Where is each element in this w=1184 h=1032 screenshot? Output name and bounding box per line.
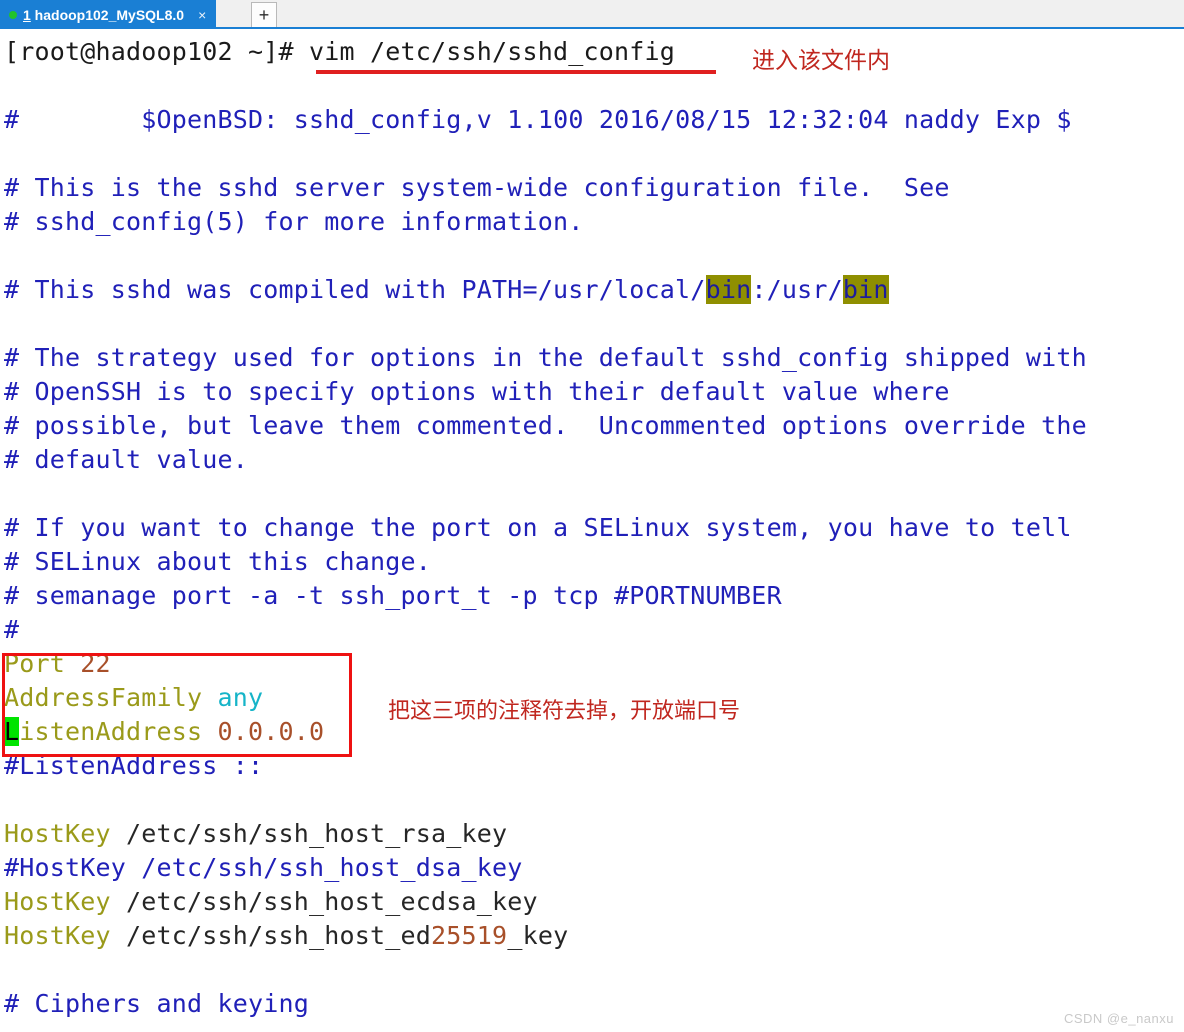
hostkey-path-ed-prefix: /etc/ssh/ssh_host_ed [126, 921, 432, 950]
strategy-line-4: # default value. [4, 443, 1184, 477]
openbsd-version-text: $OpenBSD: sshd_config,v 1.100 2016/08/15… [141, 105, 1072, 134]
comment-hash: # [4, 105, 20, 134]
config-desc-line-1: # This is the sshd server system-wide co… [4, 171, 1184, 205]
hostkey-keyword-rsa: HostKey [4, 819, 127, 848]
hostkey-path-ed-suffix: _key [507, 921, 569, 950]
new-tab-button[interactable]: + [251, 2, 277, 27]
annotation-enter-file: 进入该文件内 [752, 48, 890, 74]
tab-index: 1 [23, 6, 31, 23]
selinux-line-2: # SELinux about this change. [4, 545, 1184, 579]
hostkey-path-ecdsa: /etc/ssh/ssh_host_ecdsa_key [126, 887, 538, 916]
listenaddress-commented-text: #ListenAddress :: [4, 751, 264, 780]
vim-cursor-block: L [4, 717, 20, 746]
shell-prompt: [root@hadoop102 ~]# [4, 37, 310, 66]
hostkey-path-rsa: /etc/ssh/ssh_host_rsa_key [126, 819, 508, 848]
hostkey-ecdsa-line: HostKey /etc/ssh/ssh_host_ecdsa_key [4, 885, 1184, 919]
terminal-tab[interactable]: 1 hadoop102_MySQL8.0 × [0, 0, 217, 29]
hostkey-keyword-ed25519: HostKey [4, 921, 127, 950]
selinux-text-1: # If you want to change the port on a SE… [4, 513, 1072, 542]
hostkey-dsa-commented-text: #HostKey /etc/ssh/ssh_host_dsa_key [4, 853, 523, 882]
openbsd-header-line: # $OpenBSD: sshd_config,v 1.100 2016/08/… [4, 103, 1184, 137]
command-underline-annotation [316, 70, 716, 74]
config-desc-text-2: # sshd_config(5) for more information. [4, 207, 584, 236]
search-highlight-bin-2: bin [842, 275, 889, 304]
addressfamily-keyword: AddressFamily [4, 683, 218, 712]
strategy-text-4: # default value. [4, 445, 249, 474]
tab-status-dot [9, 10, 17, 19]
strategy-text-3: # possible, but leave them commented. Un… [4, 411, 1087, 440]
hostkey-dsa-line: #HostKey /etc/ssh/ssh_host_dsa_key [4, 851, 1184, 885]
hostkey-keyword-ecdsa: HostKey [4, 887, 127, 916]
hostkey-ed25519-line: HostKey /etc/ssh/ssh_host_ed25519_key [4, 919, 1184, 953]
hostkey-path-ed-number: 25519 [431, 921, 508, 950]
vim-command: vim /etc/ssh/sshd_config [309, 37, 676, 66]
search-highlight-bin-1: bin [705, 275, 752, 304]
prompt-line: [root@hadoop102 ~]# vim /etc/ssh/sshd_co… [4, 35, 1184, 69]
strategy-text-1: # The strategy used for options in the d… [4, 343, 1087, 372]
compiled-path-middle: :/usr/ [751, 275, 843, 304]
tab-bar: 1 hadoop102_MySQL8.0 × + [0, 0, 1184, 29]
strategy-line-2: # OpenSSH is to specify options with the… [4, 375, 1184, 409]
close-icon[interactable]: × [198, 8, 206, 22]
watermark: CSDN @e_nanxu [1063, 1011, 1174, 1026]
config-desc-line-2: # sshd_config(5) for more information. [4, 205, 1184, 239]
strategy-text-2: # OpenSSH is to specify options with the… [4, 377, 950, 406]
selinux-line-1: # If you want to change the port on a SE… [4, 511, 1184, 545]
selinux-text-2: # SELinux about this change. [4, 547, 432, 576]
ciphers-line: # Ciphers and keying [4, 987, 1184, 1021]
listenaddress-value: 0.0.0.0 [217, 717, 325, 746]
tab-title: 1 hadoop102_MySQL8.0 [23, 7, 184, 23]
terminal-output[interactable]: [root@hadoop102 ~]# vim /etc/ssh/sshd_co… [0, 29, 1184, 1032]
hostkey-rsa-line: HostKey /etc/ssh/ssh_host_rsa_key [4, 817, 1184, 851]
listenaddress-commented-line: #ListenAddress :: [4, 749, 1184, 783]
port-value: 22 [80, 649, 111, 678]
port-line: Port 22 [4, 647, 1184, 681]
compiled-path-line: # This sshd was compiled with PATH=/usr/… [4, 273, 1184, 307]
hash-only-text: # [4, 615, 20, 644]
ciphers-text: # Ciphers and keying [4, 989, 310, 1018]
header-gap [19, 105, 141, 134]
semanage-line: # semanage port -a -t ssh_port_t -p tcp … [4, 579, 1184, 613]
annotation-uncomment-three: 把这三项的注释符去掉，开放端口号 [388, 699, 741, 724]
addressfamily-value: any [217, 683, 264, 712]
strategy-line-1: # The strategy used for options in the d… [4, 341, 1184, 375]
compiled-path-prefix: # This sshd was compiled with PATH=/usr/… [4, 275, 706, 304]
strategy-line-3: # possible, but leave them commented. Un… [4, 409, 1184, 443]
hash-only-line: # [4, 613, 1184, 647]
listenaddress-keyword: istenAddress [19, 717, 218, 746]
port-keyword: Port [4, 649, 81, 678]
tab-session-name: hadoop102_MySQL8.0 [30, 6, 185, 23]
config-desc-text-1: # This is the sshd server system-wide co… [4, 173, 950, 202]
semanage-text: # semanage port -a -t ssh_port_t -p tcp … [4, 581, 782, 610]
